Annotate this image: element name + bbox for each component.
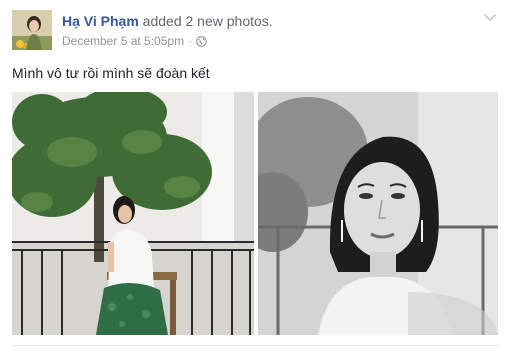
photo-right-image xyxy=(258,92,498,335)
chevron-down-icon[interactable] xyxy=(483,12,497,22)
post-divider xyxy=(12,345,498,346)
photo-woman-portrait[interactable] xyxy=(258,92,498,335)
post-action-text: added 2 new photos. xyxy=(142,13,273,29)
avatar-image xyxy=(12,10,52,50)
globe-icon[interactable] xyxy=(196,35,207,47)
post-meta: December 5 at 5:05pm · xyxy=(62,33,207,49)
photo-woman-seated-under-tree[interactable] xyxy=(12,92,254,335)
post-timestamp[interactable]: December 5 at 5:05pm xyxy=(62,33,184,49)
photo-left-image xyxy=(12,92,254,335)
post-header-line: Hạ Vi Phạm added 2 new photos. xyxy=(62,12,273,30)
post-card: Hạ Vi Phạm added 2 new photos. December … xyxy=(0,0,507,352)
post-message: Mình vô tư rồi mình sẽ đoàn kết xyxy=(12,65,210,81)
author-name-link[interactable]: Hạ Vi Phạm xyxy=(62,13,139,29)
meta-separator: · xyxy=(188,34,193,48)
author-avatar[interactable] xyxy=(12,10,52,50)
